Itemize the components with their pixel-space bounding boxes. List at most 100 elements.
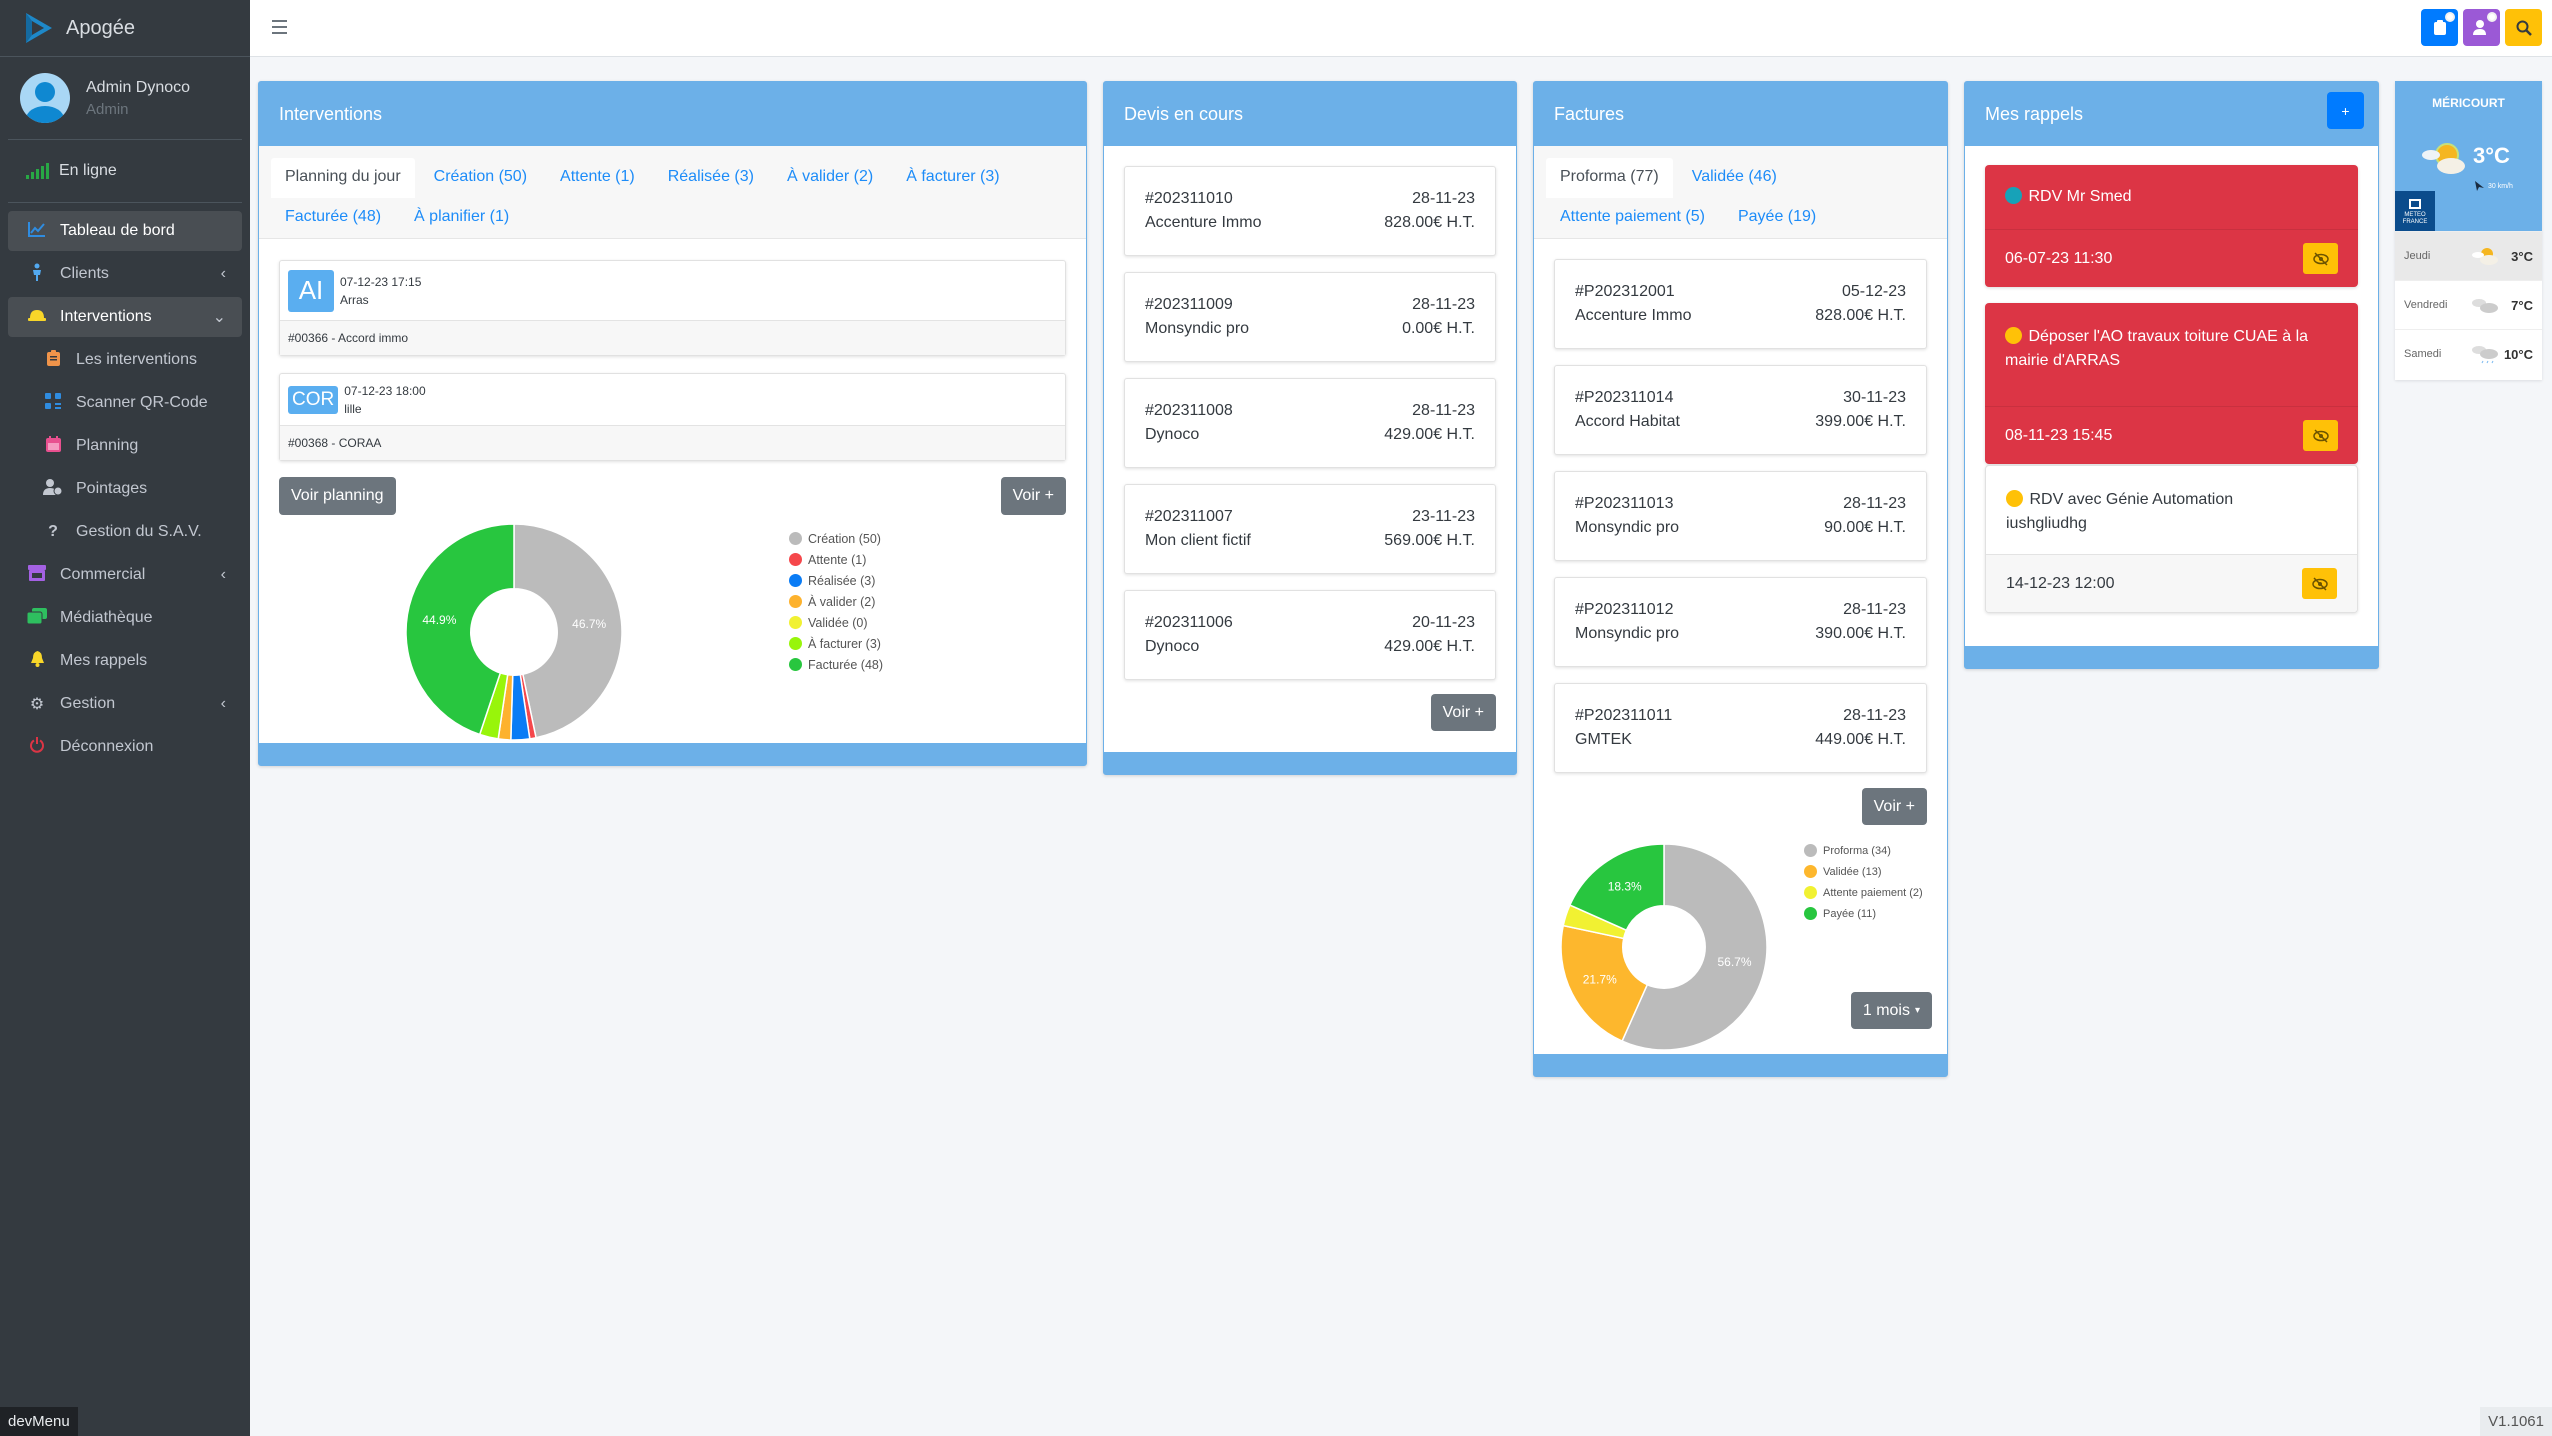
weather-temperature: 3°C: [2473, 143, 2510, 168]
legend-item[interactable]: Attente (1): [789, 549, 883, 570]
donut-data-label: 21.7%: [1583, 973, 1617, 987]
hamburger-menu-icon[interactable]: [272, 20, 287, 34]
app-name: Apogée: [66, 16, 135, 39]
intervention-item[interactable]: COR 07-12-23 18:00 lille #00368 - CORAA: [279, 373, 1066, 461]
doc-amount: 828.00€ H.T.: [1384, 214, 1475, 231]
sidebar-item-label: Interventions: [60, 308, 152, 325]
legend-item[interactable]: Réalisée (3): [789, 570, 883, 591]
clipboard-notifications-button[interactable]: [2421, 9, 2458, 46]
sidebar-item-deconnexion[interactable]: Déconnexion: [8, 727, 242, 767]
sidebar-item-commercial[interactable]: Commercial ‹: [8, 555, 242, 595]
sidebar-item-gestion[interactable]: ⚙ Gestion ‹: [8, 684, 242, 724]
weather-widget[interactable]: MÉRICOURT 3°C 30 km/h METEO FRANCE Jeudi…: [2395, 81, 2542, 380]
facture-card[interactable]: #P202312001 Accenture Immo 05-12-23 828.00€…: [1554, 259, 1927, 349]
devis-card[interactable]: #202311010 Accenture Immo 28-11-23 828.00€ …: [1124, 166, 1496, 256]
legend-item[interactable]: Attente paiement (2): [1804, 882, 1923, 903]
sidebar-item-mediatheque[interactable]: Médiathèque: [8, 598, 242, 638]
doc-amount: 449.00€ H.T.: [1815, 731, 1906, 748]
devis-card[interactable]: #202311007 Mon client fictif 23-11-23 569.0…: [1124, 484, 1496, 574]
sidebar-item-tableau-de-bord[interactable]: Tableau de bord: [8, 211, 242, 251]
tab-a-facturer[interactable]: À facturer (3): [892, 158, 1013, 198]
tab-planning-du-jour[interactable]: Planning du jour: [271, 158, 415, 198]
tab-attente-paiement[interactable]: Attente paiement (5): [1546, 198, 1719, 238]
users-icon: [2472, 20, 2486, 35]
tab-facturee[interactable]: Facturée (48): [271, 198, 395, 238]
legend-swatch: [789, 553, 802, 566]
legend-item[interactable]: Payée (11): [1804, 903, 1923, 924]
hide-rappel-button[interactable]: [2303, 243, 2338, 274]
doc-date: 28-11-23: [1412, 296, 1475, 313]
add-rappel-button[interactable]: +: [2327, 92, 2364, 129]
legend-swatch: [1804, 907, 1817, 920]
facture-card[interactable]: #P202311012 Monsyndic pro 28-11-23 390.00€ …: [1554, 577, 1927, 667]
rappel-item[interactable]: RDV Mr Smed 06-07-23 11:30: [1985, 165, 2358, 287]
apogee-logo-icon: [26, 13, 52, 43]
rappel-item[interactable]: RDV avec Génie Automation iushgliudhg 14…: [1985, 465, 2358, 613]
facture-card[interactable]: #P202311013 Monsyndic pro 28-11-23 90.00€ H…: [1554, 471, 1927, 561]
tab-proforma[interactable]: Proforma (77): [1546, 158, 1673, 198]
tab-a-planifier[interactable]: À planifier (1): [400, 198, 523, 238]
tab-payee[interactable]: Payée (19): [1724, 198, 1830, 238]
tab-a-valider[interactable]: À valider (2): [773, 158, 887, 198]
intervention-item[interactable]: AI 07-12-23 17:15 Arras #00366 - Accord …: [279, 260, 1066, 356]
facture-card[interactable]: #P202311014 Accord Habitat 30-11-23 399.00€…: [1554, 365, 1927, 455]
hide-rappel-button[interactable]: [2302, 568, 2337, 599]
user-panel[interactable]: Admin Dynoco Admin: [8, 57, 242, 140]
status-label: En ligne: [59, 162, 117, 179]
voir-plus-button[interactable]: Voir +: [1430, 694, 1496, 731]
hard-hat-icon: [26, 308, 48, 327]
sidebar-item-scanner-qr-code[interactable]: Scanner QR-Code: [24, 383, 242, 423]
tab-creation[interactable]: Création (50): [420, 158, 541, 198]
panel-title: Interventions: [259, 82, 1086, 146]
rappel-item[interactable]: Déposer l'AO travaux toiture CUAE à la m…: [1985, 303, 2358, 464]
doc-client: Dynoco: [1145, 426, 1200, 443]
doc-number: #202311007: [1145, 508, 1233, 525]
hide-rappel-button[interactable]: [2303, 420, 2338, 451]
sidebar-item-planning[interactable]: Planning: [24, 426, 242, 466]
tab-realisee[interactable]: Réalisée (3): [654, 158, 768, 198]
legend-item[interactable]: Proforma (34): [1804, 840, 1923, 861]
devis-card[interactable]: #202311006 Dynoco 20-11-23 429.00€ H.T.: [1124, 590, 1496, 680]
legend-item[interactable]: Facturée (48): [789, 654, 883, 675]
chevron-down-icon: ⌄: [212, 309, 226, 326]
facture-card[interactable]: #P202311011 GMTEK 28-11-23 449.00€ H.T.: [1554, 683, 1927, 773]
tab-validee[interactable]: Validée (46): [1678, 158, 1791, 198]
intervention-ref: #00366 - Accord immo: [280, 321, 1065, 355]
donut-data-label: 44.9%: [422, 613, 456, 627]
voir-plus-button[interactable]: Voir +: [1000, 477, 1066, 515]
brand[interactable]: Apogée: [0, 0, 250, 57]
legend-item[interactable]: Validée (13): [1804, 861, 1923, 882]
devis-card[interactable]: #202311008 Dynoco 28-11-23 429.00€ H.T.: [1124, 378, 1496, 468]
sidebar-item-label: Tableau de bord: [60, 222, 175, 239]
sidebar-nav: Tableau de bord Clients ‹ Interventions …: [0, 203, 250, 767]
sidebar-item-mes-rappels[interactable]: Mes rappels: [8, 641, 242, 681]
legend-item[interactable]: À valider (2): [789, 591, 883, 612]
search-button[interactable]: [2505, 9, 2542, 46]
period-dropdown[interactable]: 1 mois ▾: [1850, 992, 1932, 1029]
intervention-ref: #00368 - CORAA: [280, 426, 1065, 460]
legend-label: Validée (13): [1823, 865, 1882, 878]
legend-item[interactable]: Validée (0): [789, 612, 883, 633]
voir-plus-button[interactable]: Voir +: [1861, 788, 1927, 825]
legend-swatch: [789, 637, 802, 650]
user-clock-icon: [42, 478, 64, 500]
doc-date: 30-11-23: [1843, 389, 1906, 406]
legend-item[interactable]: À facturer (3): [789, 633, 883, 654]
rappel-text: Déposer l'AO travaux toiture CUAE à la m…: [2005, 328, 2309, 369]
sidebar-item-interventions[interactable]: Interventions ⌄: [8, 297, 242, 337]
doc-client: Dynoco: [1145, 638, 1200, 655]
sidebar-item-gestion-sav[interactable]: ? Gestion du S.A.V.: [24, 512, 242, 552]
legend-swatch: [1804, 865, 1817, 878]
sidebar-item-label: Clients: [60, 265, 109, 282]
devmenu-button[interactable]: devMenu: [0, 1407, 78, 1436]
sidebar-item-pointages[interactable]: Pointages: [24, 469, 242, 509]
devis-card[interactable]: #202311009 Monsyndic pro 28-11-23 0.00€ H.T…: [1124, 272, 1496, 362]
doc-client: Monsyndic pro: [1145, 320, 1250, 337]
tab-attente[interactable]: Attente (1): [546, 158, 649, 198]
legend-item[interactable]: Création (50): [789, 528, 883, 549]
sidebar-item-clients[interactable]: Clients ‹: [8, 254, 242, 294]
user-notifications-button[interactable]: [2463, 9, 2500, 46]
voir-planning-button[interactable]: Voir planning: [279, 477, 396, 515]
doc-number: #202311010: [1145, 190, 1233, 207]
sidebar-item-les-interventions[interactable]: Les interventions: [24, 340, 242, 380]
